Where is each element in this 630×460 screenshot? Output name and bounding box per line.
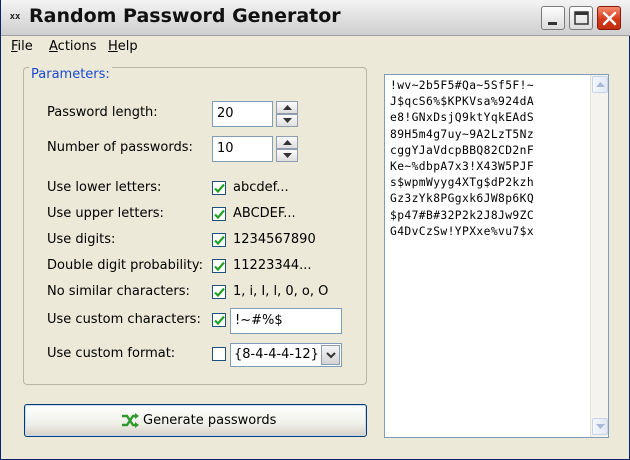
maximize-button[interactable] [569,6,593,30]
close-button[interactable] [597,6,621,30]
double-digit-sample: 11223344... [233,258,312,273]
custom-characters-label: Use custom characters: [47,312,201,327]
checkmark-icon [214,261,225,272]
number-of-passwords-spinner [276,136,298,162]
double-digit-checkbox[interactable] [212,259,226,273]
double-digit-label: Double digit probability: [47,258,203,273]
maximize-icon [574,11,589,25]
password-length-input[interactable]: 20 [212,101,273,127]
checkmark-icon [214,209,225,220]
password-length-label: Password length: [47,105,158,120]
password-line[interactable]: $p47#B#32P2k2J8Jw9ZC [390,208,590,224]
output-scrollbar[interactable] [590,75,608,437]
custom-format-select[interactable]: {8-4-4-4-12} [230,343,342,367]
generate-passwords-label: Generate passwords [143,413,277,428]
checkmark-icon [214,235,225,246]
number-of-passwords-down-button[interactable] [276,149,298,162]
custom-format-dropdown-button[interactable] [321,345,340,365]
custom-characters-input[interactable]: !~#%$ [230,308,342,334]
checkmark-icon [214,183,225,194]
password-line[interactable]: Gz3zYk8PGgxk6JW8p6KQ [390,191,590,207]
parameters-legend: Parameters: [29,67,112,82]
close-icon [602,11,617,26]
minimize-button[interactable] [541,6,565,30]
scroll-down-button[interactable] [592,418,608,435]
arrow-up-icon [596,82,605,87]
digits-checkbox[interactable] [212,233,226,247]
password-length-spinner [276,101,298,127]
digits-sample: 1234567890 [233,232,316,247]
arrow-down-icon [283,153,292,158]
password-line[interactable]: !wv~2b5F5#Qa~5Sf5F!~ [390,78,590,94]
menu-help[interactable]: Help [108,39,138,54]
lower-letters-label: Use lower letters: [47,180,162,195]
arrow-up-icon [283,105,292,110]
arrow-down-icon [596,424,605,429]
password-line[interactable]: s$wpmWyyg4XTg$dP2kzh [390,175,590,191]
password-length-up-button[interactable] [276,101,298,114]
arrow-down-icon [283,118,292,123]
passwords-list: !wv~2b5F5#Qa~5Sf5F!~ J$qcS6%$KPKVsa%924d… [390,78,590,240]
custom-characters-checkbox[interactable] [212,313,226,327]
window-title: Random Password Generator [29,5,341,27]
upper-letters-sample: ABCDEF... [233,206,296,221]
app-icon: xx [9,12,21,22]
password-line[interactable]: 89H5m4g7uy~9A2LzT5Nz [390,127,590,143]
upper-letters-label: Use upper letters: [47,206,164,221]
digits-label: Use digits: [47,232,116,247]
no-similar-sample: 1, i, I, l, 0, o, O [233,284,329,299]
password-line[interactable]: cggYJaVdcpBBQ82CD2nF [390,143,590,159]
custom-format-label: Use custom format: [47,346,176,361]
password-line[interactable]: J$qcS6%$KPKVsa%924dA [390,94,590,110]
passwords-output[interactable]: !wv~2b5F5#Qa~5Sf5F!~ J$qcS6%$KPKVsa%924d… [384,74,609,438]
lower-letters-checkbox[interactable] [212,181,226,195]
checkmark-icon [214,287,225,298]
number-of-passwords-up-button[interactable] [276,136,298,149]
number-of-passwords-label: Number of passwords: [47,140,193,155]
checkmark-icon [214,315,225,326]
scroll-up-button[interactable] [592,76,608,93]
password-line[interactable]: e8!GNxDsjQ9ktYqkEAdS [390,110,590,126]
upper-letters-checkbox[interactable] [212,207,226,221]
no-similar-label: No similar characters: [47,284,190,299]
menu-file[interactable]: File [11,39,33,54]
custom-format-value: {8-4-4-4-12} [234,347,319,362]
minimize-icon [548,22,557,25]
lower-letters-sample: abcdef... [233,180,289,195]
custom-format-checkbox[interactable] [212,347,226,361]
password-line[interactable]: G4DvCzSw!YPXxe%vu7$x [390,224,590,240]
app-window: xx Random Password Generator File Action… [0,0,630,460]
no-similar-checkbox[interactable] [212,285,226,299]
menu-bar: File Actions Help [1,37,630,57]
password-line[interactable]: Ke~%dbpA7x3!X43W5PJF [390,159,590,175]
arrow-up-icon [283,140,292,145]
title-bar[interactable]: xx Random Password Generator [1,0,630,36]
menu-actions[interactable]: Actions [49,39,97,54]
number-of-passwords-input[interactable]: 10 [212,136,273,162]
shuffle-icon [122,413,139,428]
generate-passwords-button[interactable]: Generate passwords [24,404,367,437]
password-length-down-button[interactable] [276,114,298,127]
chevron-down-icon [326,352,336,359]
